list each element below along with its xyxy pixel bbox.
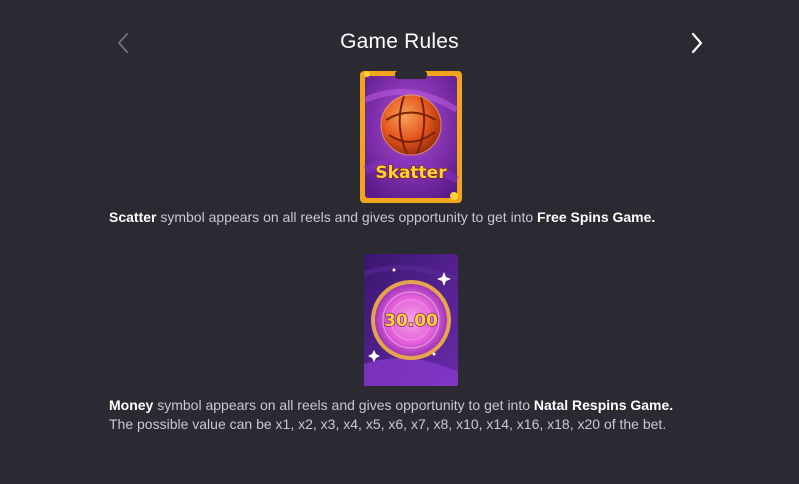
scatter-text: symbol appears on all reels and gives op…: [156, 209, 538, 225]
natal-respins-game-name: Natal Respins Game.: [533, 397, 674, 413]
scatter-name: Scatter: [109, 209, 157, 225]
money-description: Money symbol appears on all reels and gi…: [109, 396, 749, 415]
scatter-label: Skatter: [375, 163, 447, 183]
money-symbol-image: 30.00: [364, 254, 458, 386]
scatter-symbol-image: Skatter: [360, 71, 462, 203]
money-values-description: The possible value can be x1, x2, x3, x4…: [109, 416, 667, 432]
money-name: Money: [109, 397, 154, 413]
rules-content: Skatter Scatter symbol appears on all re…: [0, 0, 799, 484]
scatter-description: Scatter symbol appears on all reels and …: [109, 208, 749, 227]
free-spins-game-name: Free Spins Game.: [537, 209, 656, 225]
money-value-label: 30.00: [384, 311, 438, 331]
money-text: symbol appears on all reels and gives op…: [153, 397, 534, 413]
